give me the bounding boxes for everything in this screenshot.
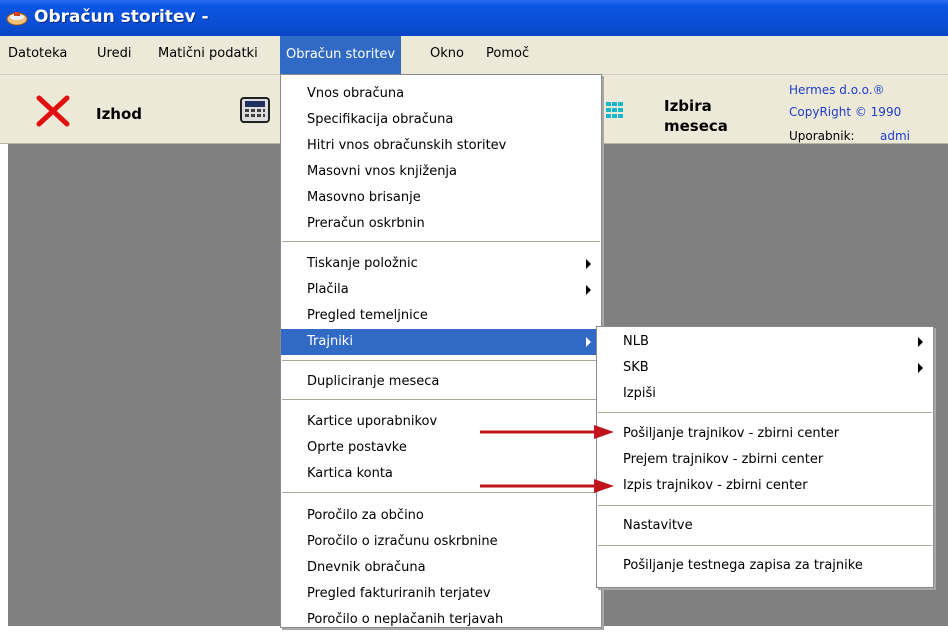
menu-bar: Datoteka Uredi Matični podatki Obračun s… (0, 36, 948, 75)
month-label-1: Izbira (664, 97, 712, 115)
menu-item-porocilo-za-obcino[interactable]: Poročilo za občino (281, 503, 601, 529)
menu-pomoc[interactable]: Pomoč (486, 46, 529, 61)
user-value: admi (880, 129, 910, 143)
menu-obracun-storitev[interactable]: Obračun storitev (280, 36, 402, 74)
month-select-button[interactable]: Izbira meseca (606, 85, 756, 135)
submenu-item-izpisi[interactable]: Izpiši (597, 381, 933, 407)
menu-item-porocilo-izracun[interactable]: Poročilo o izračunu oskrbnine (281, 529, 601, 555)
submenu-item-skb[interactable]: SKB (597, 355, 933, 381)
menu-item-porocilo-neplacanih[interactable]: Poročilo o neplačanih terjavah (281, 607, 601, 633)
menu-separator (598, 545, 932, 546)
app-icon (6, 12, 28, 26)
submenu-item-izpis-trajnikov[interactable]: Izpis trajnikov - zbirni center (597, 473, 933, 499)
menu-separator (282, 360, 600, 361)
menu-item-masovni-vnos[interactable]: Masovni vnos knjiženja (281, 159, 601, 185)
grid-icon (606, 102, 623, 118)
menu-item-trajniki[interactable]: Trajniki (281, 329, 601, 355)
submenu-item-nastavitve[interactable]: Nastavitve (597, 513, 933, 539)
menu-item-pregled-temeljnice[interactable]: Pregled temeljnice (281, 303, 601, 329)
menu-item-dupliciranje-meseca[interactable]: Dupliciranje meseca (281, 369, 601, 395)
menu-item-pregled-fakturiranih[interactable]: Pregled fakturiranih terjatev (281, 581, 601, 607)
month-label-2: meseca (664, 117, 728, 135)
submenu-item-testni-zapis[interactable]: Pošiljanje testnega zapisa za trajnike (597, 553, 933, 579)
submenu-arrow-icon (586, 259, 591, 269)
copyright-text: CopyRight © 1990 (789, 105, 902, 119)
menu-item-masovno-brisanje[interactable]: Masovno brisanje (281, 185, 601, 211)
user-label: Uporabnik: (789, 129, 855, 143)
submenu-arrow-icon (918, 337, 923, 347)
menu-item-preracun-oskrbnin[interactable]: Preračun oskrbnin (281, 211, 601, 237)
menu-separator (598, 412, 932, 413)
exit-label: Izhod (96, 105, 143, 123)
exit-button[interactable]: Izhod (30, 83, 170, 133)
calculator-button[interactable] (240, 97, 272, 125)
menu-item-specifikacija-obracuna[interactable]: Specifikacija obračuna (281, 107, 601, 133)
menu-separator (282, 241, 600, 242)
obracun-storitev-menu: Vnos obračuna Specifikacija obračuna Hit… (280, 74, 602, 628)
menu-maticni-podatki[interactable]: Matični podatki (158, 46, 258, 61)
trajniki-submenu: NLB SKB Izpiši Pošiljanje trajnikov - zb… (596, 326, 934, 588)
menu-item-dnevnik-obracuna[interactable]: Dnevnik obračuna (281, 555, 601, 581)
menu-separator (598, 505, 932, 506)
annotation-arrow-2 (480, 479, 614, 493)
menu-separator (282, 399, 600, 400)
window-title: Obračun storitev - (34, 7, 209, 27)
menu-datoteka[interactable]: Datoteka (8, 46, 67, 61)
close-icon (36, 95, 70, 127)
menu-item-hitri-vnos[interactable]: Hitri vnos obračunskih storitev (281, 133, 601, 159)
left-edge (0, 144, 8, 626)
menu-okno[interactable]: Okno (430, 46, 464, 61)
menu-item-vnos-obracuna[interactable]: Vnos obračuna (281, 81, 601, 107)
title-bar: Obračun storitev - (0, 0, 948, 36)
submenu-arrow-icon (586, 337, 591, 347)
submenu-arrow-icon (586, 285, 591, 295)
submenu-item-posiljanje-trajnikov[interactable]: Pošiljanje trajnikov - zbirni center (597, 421, 933, 447)
menu-item-placila[interactable]: Plačila (281, 277, 601, 303)
calculator-icon (240, 97, 270, 123)
menu-uredi[interactable]: Uredi (97, 46, 131, 61)
menu-item-tiskanje-poloznic[interactable]: Tiskanje položnic (281, 251, 601, 277)
annotation-arrow-1 (480, 425, 614, 439)
company-name: Hermes d.o.o.® (789, 83, 885, 97)
submenu-arrow-icon (918, 363, 923, 373)
submenu-item-prejem-trajnikov[interactable]: Prejem trajnikov - zbirni center (597, 447, 933, 473)
submenu-item-nlb[interactable]: NLB (597, 329, 933, 355)
